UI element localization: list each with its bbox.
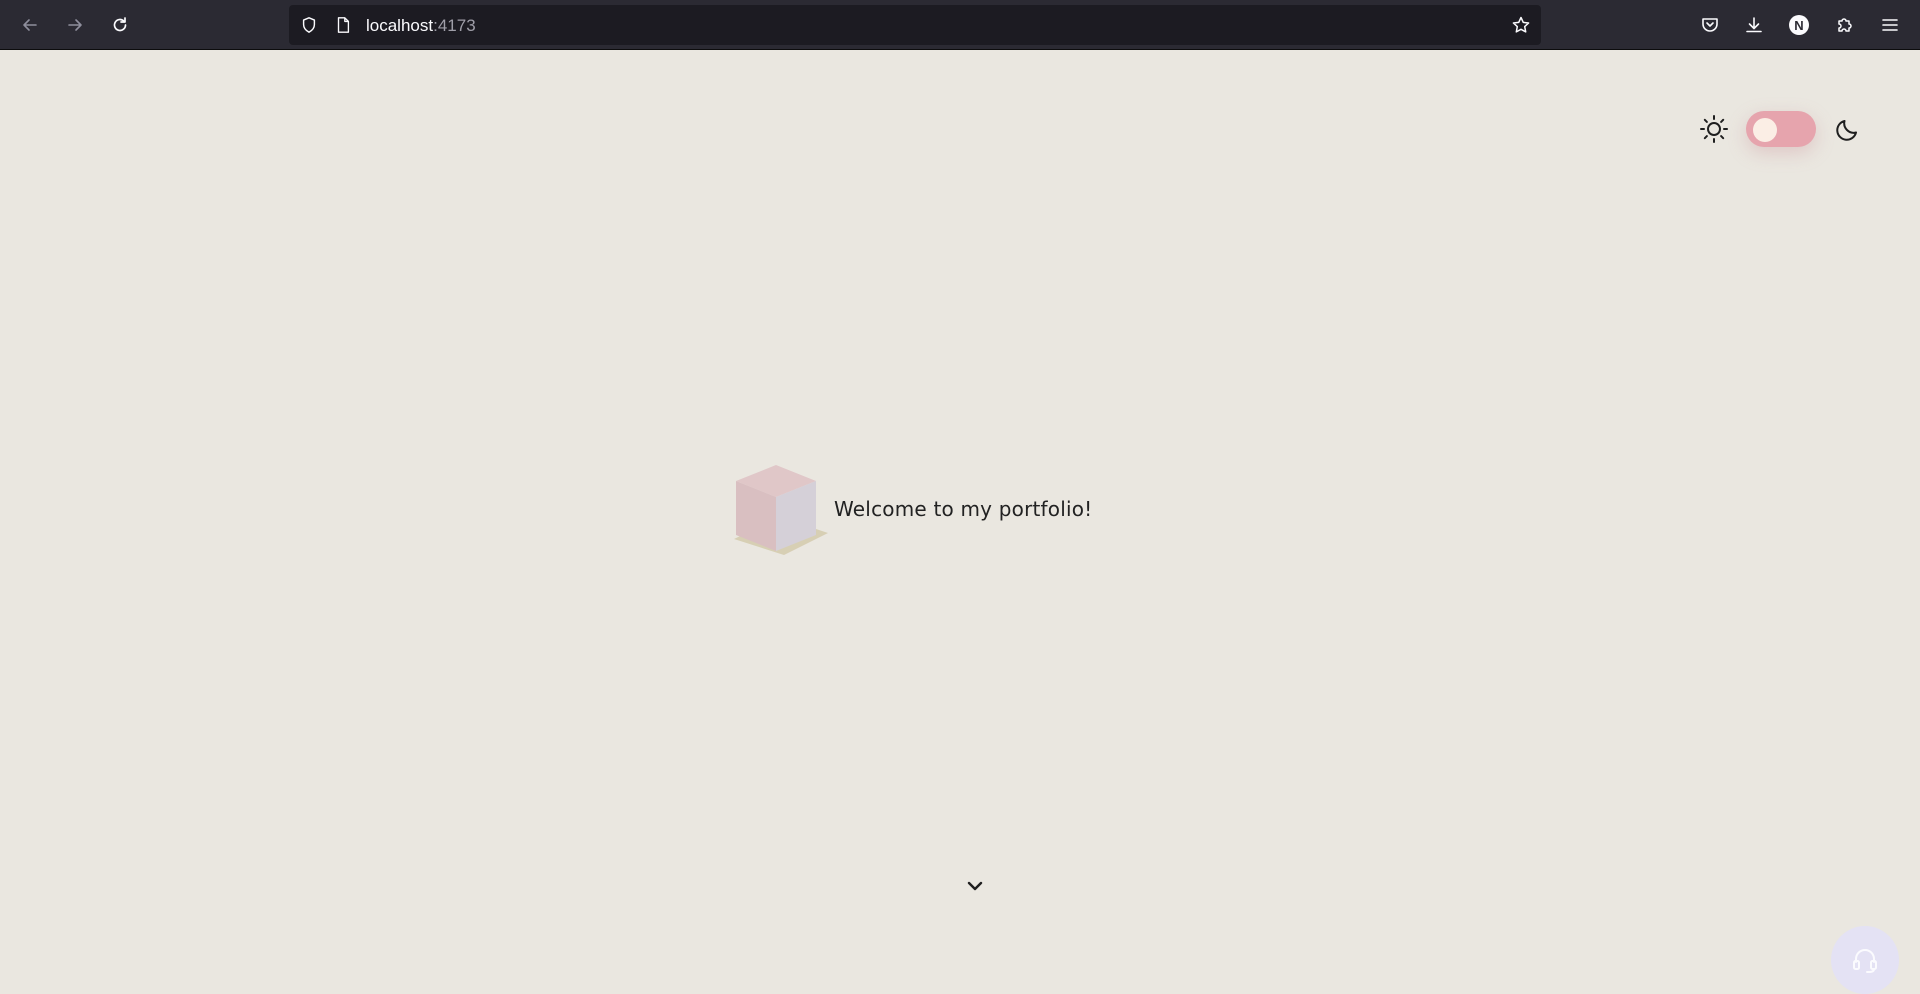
forward-button[interactable] xyxy=(59,9,91,41)
theme-switch xyxy=(1698,109,1864,149)
welcome-text: Welcome to my portfolio! xyxy=(834,497,1093,521)
url-port: :4173 xyxy=(433,16,476,35)
back-button[interactable] xyxy=(14,9,46,41)
reload-icon xyxy=(113,17,127,32)
scroll-down-button[interactable] xyxy=(963,874,987,898)
extensions-button[interactable] xyxy=(1829,9,1861,41)
pocket-button[interactable] xyxy=(1694,9,1726,41)
theme-toggle[interactable] xyxy=(1746,111,1816,147)
sun-icon[interactable] xyxy=(1698,113,1730,145)
puzzle-icon xyxy=(1838,18,1852,32)
headset-icon xyxy=(1853,949,1877,973)
chevron-down-icon xyxy=(967,881,983,891)
chat-support-button[interactable] xyxy=(1831,926,1899,994)
url-text[interactable]: localhost:4173 xyxy=(366,16,476,36)
pocket-icon xyxy=(1702,18,1718,32)
toggle-knob xyxy=(1753,118,1777,142)
portfolio-page: Welcome to my portfolio! xyxy=(0,51,1920,994)
url-bar[interactable]: localhost:4173 xyxy=(289,5,1541,45)
reload-button[interactable] xyxy=(104,9,136,41)
downloads-button[interactable] xyxy=(1738,9,1770,41)
moon-icon[interactable] xyxy=(1832,113,1864,145)
hero: Welcome to my portfolio! xyxy=(732,459,1092,559)
download-icon xyxy=(1746,17,1762,33)
arrow-right-icon xyxy=(68,19,82,31)
arrow-left-icon xyxy=(23,19,37,31)
star-icon[interactable] xyxy=(1511,15,1531,35)
account-button[interactable]: N xyxy=(1783,9,1815,41)
cube-logo xyxy=(734,465,828,555)
shield-icon[interactable] xyxy=(299,15,319,35)
app-menu-button[interactable] xyxy=(1874,9,1906,41)
profile-avatar: N xyxy=(1789,15,1809,35)
hamburger-menu-icon xyxy=(1882,19,1898,31)
browser-toolbar: localhost:4173 N xyxy=(0,0,1920,50)
page-icon[interactable] xyxy=(333,15,353,35)
url-host: localhost xyxy=(366,16,434,35)
